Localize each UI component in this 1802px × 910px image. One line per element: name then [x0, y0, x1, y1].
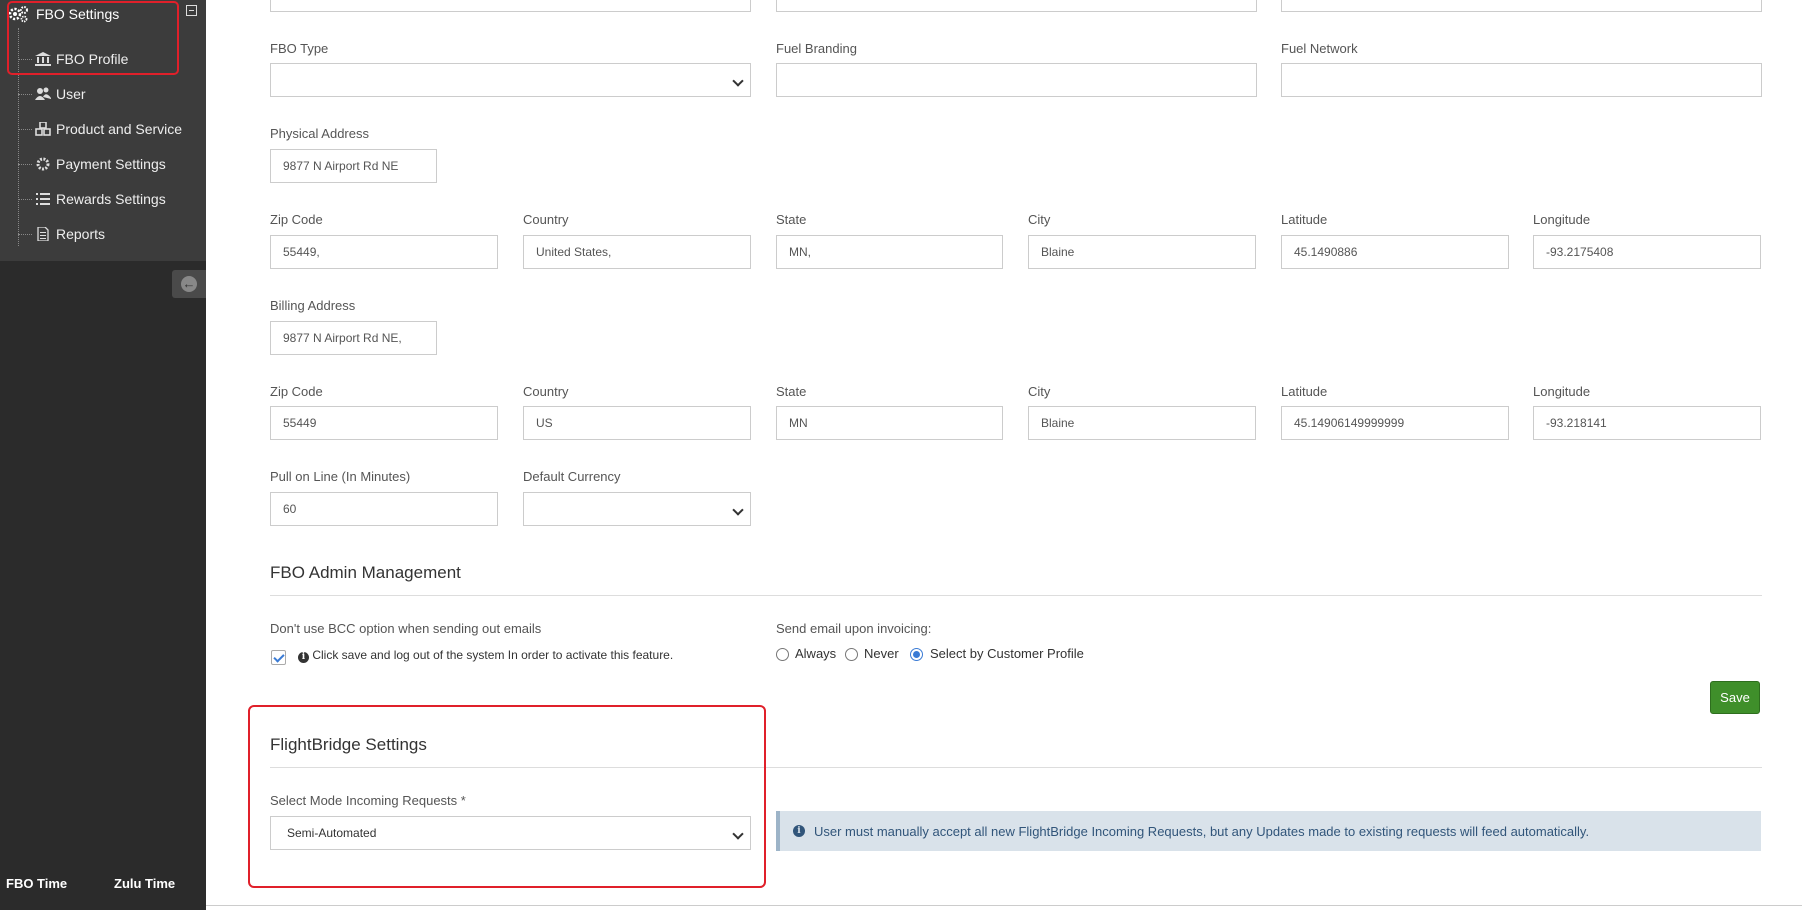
- default-currency-select[interactable]: [523, 492, 751, 526]
- collapse-icon[interactable]: [186, 5, 197, 16]
- radio-never[interactable]: [845, 648, 858, 661]
- sidebar-item-rewards-settings[interactable]: Rewards Settings: [18, 184, 206, 214]
- physical-address-input[interactable]: 9877 N Airport Rd NE: [270, 149, 437, 183]
- billing-country-label: Country: [523, 384, 569, 399]
- fuel-branding-label: Fuel Branding: [776, 41, 857, 56]
- radio-never-label: Never: [864, 646, 899, 661]
- physical-address-label: Physical Address: [270, 126, 369, 141]
- sidebar-item-product-and-service[interactable]: Product and Service: [18, 114, 206, 144]
- sidebar: FBO Settings FBO Profile User Product an…: [0, 0, 206, 910]
- partial-input-3[interactable]: [1281, 0, 1762, 12]
- latitude-label: Latitude: [1281, 212, 1328, 227]
- state-label: State: [776, 212, 807, 227]
- fuel-network-input[interactable]: [1281, 63, 1762, 97]
- country-label: Country: [523, 212, 569, 227]
- pull-on-line-input[interactable]: 60: [270, 492, 498, 526]
- fbo-time-label: FBO Time: [6, 876, 68, 891]
- flightbridge-info-alert: i User must manually accept all new Flig…: [776, 811, 1761, 851]
- sidebar-item-reports[interactable]: Reports: [18, 219, 206, 249]
- radio-select-by-customer-profile-label: Select by Customer Profile: [930, 646, 1084, 661]
- billing-address-label: Billing Address: [270, 298, 356, 313]
- zip-code-input[interactable]: 55449,: [270, 235, 498, 269]
- sidebar-item-user[interactable]: User: [18, 79, 206, 109]
- send-email-label: Send email upon invoicing:: [776, 621, 932, 636]
- longitude-label: Longitude: [1533, 212, 1591, 227]
- billing-latitude-label: Latitude: [1281, 384, 1328, 399]
- fuel-network-label: Fuel Network: [1281, 41, 1358, 56]
- billing-city-input[interactable]: Blaine: [1028, 406, 1256, 440]
- save-button[interactable]: Save: [1710, 681, 1760, 714]
- info-circle-icon: i: [793, 825, 805, 837]
- billing-latitude-input[interactable]: 45.14906149999999: [1281, 406, 1509, 440]
- sidebar-item-label: Product and Service: [56, 121, 183, 137]
- billing-state-input[interactable]: MN: [776, 406, 1003, 440]
- radio-select-by-customer-profile[interactable]: [910, 648, 923, 661]
- fbo-type-label: FBO Type: [270, 41, 329, 56]
- partial-input-2[interactable]: [776, 0, 1257, 12]
- billing-state-label: State: [776, 384, 807, 399]
- pull-on-line-label: Pull on Line (In Minutes): [270, 469, 411, 484]
- zulu-time-label: Zulu Time: [114, 876, 176, 891]
- default-currency-label: Default Currency: [523, 469, 621, 484]
- bcc-note: i Click save and log out of the system I…: [298, 648, 673, 663]
- collapse-sidebar-button[interactable]: ←: [172, 270, 206, 298]
- state-input[interactable]: MN,: [776, 235, 1003, 269]
- country-input[interactable]: United States,: [523, 235, 751, 269]
- sidebar-item-label: Payment Settings: [56, 156, 166, 172]
- longitude-input[interactable]: -93.2175408: [1533, 235, 1761, 269]
- bcc-note-text: Click save and log out of the system In …: [312, 648, 674, 662]
- billing-address-input[interactable]: 9877 N Airport Rd NE,: [270, 321, 437, 355]
- billing-longitude-input[interactable]: -93.218141: [1533, 406, 1761, 440]
- sidebar-item-payment-settings[interactable]: Payment Settings: [18, 149, 206, 179]
- fuel-branding-input[interactable]: [776, 63, 1257, 97]
- page-bottom-border: [206, 905, 1802, 906]
- info-icon: i: [298, 652, 309, 663]
- billing-zip-code-label: Zip Code: [270, 384, 323, 399]
- admin-divider: [270, 595, 1762, 596]
- latitude-input[interactable]: 45.1490886: [1281, 235, 1509, 269]
- bcc-label: Don't use BCC option when sending out em…: [270, 621, 542, 636]
- radio-always-label: Always: [795, 646, 837, 661]
- billing-zip-code-input[interactable]: 55449: [270, 406, 498, 440]
- city-input[interactable]: Blaine: [1028, 235, 1256, 269]
- sidebar-item-label: Rewards Settings: [56, 191, 166, 207]
- billing-city-label: City: [1028, 384, 1051, 399]
- admin-section-title: FBO Admin Management: [270, 563, 461, 582]
- radio-always[interactable]: [776, 648, 789, 661]
- bcc-checkbox[interactable]: [271, 650, 286, 665]
- arrow-left-icon: ←: [181, 276, 197, 292]
- users-icon: [35, 87, 51, 100]
- highlight-box-flightbridge: [248, 705, 766, 888]
- city-label: City: [1028, 212, 1051, 227]
- highlight-box-sidebar: [7, 1, 179, 75]
- partial-input-1[interactable]: [270, 0, 751, 12]
- file-icon: [37, 227, 49, 241]
- billing-longitude-label: Longitude: [1533, 384, 1591, 399]
- flightbridge-info-text: User must manually accept all new Flight…: [814, 823, 1590, 839]
- sidebar-item-label: Reports: [56, 226, 106, 242]
- zip-code-label: Zip Code: [270, 212, 323, 227]
- billing-country-input[interactable]: US: [523, 406, 751, 440]
- sidebar-item-label: User: [56, 86, 86, 102]
- cubes-icon: [35, 122, 51, 136]
- list-icon: [36, 193, 50, 205]
- gear-icon: [36, 157, 50, 171]
- fbo-type-select[interactable]: [270, 63, 751, 97]
